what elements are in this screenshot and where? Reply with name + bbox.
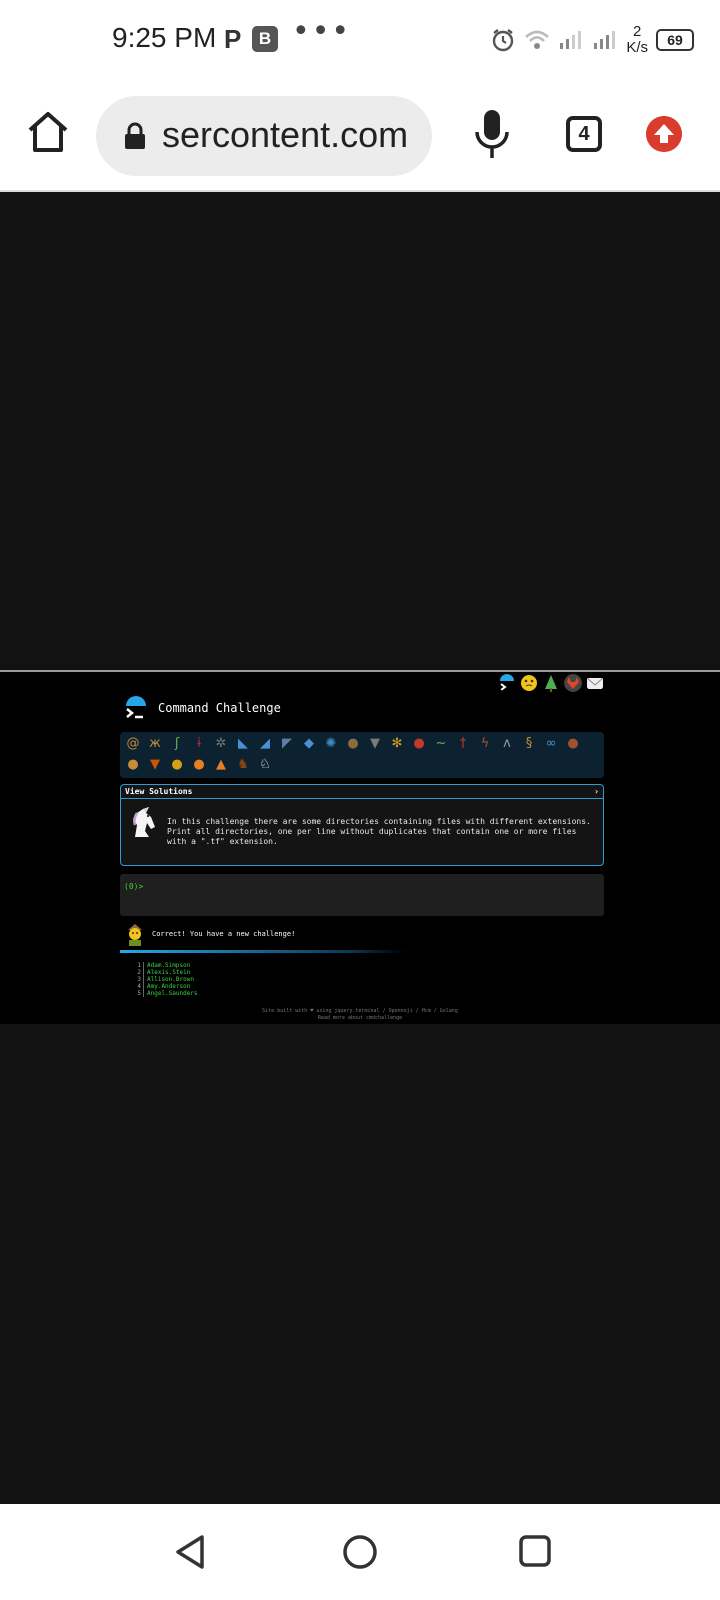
browser-toolbar: sercontent.com 4 — [0, 80, 720, 192]
network-speed: 2 K/s — [626, 24, 648, 56]
view-solutions-toggle[interactable]: View Solutions › — [121, 785, 603, 799]
back-icon[interactable] — [172, 1534, 208, 1570]
worm-icon[interactable]: ~ — [432, 735, 450, 753]
ant-icon[interactable]: ɨ — [190, 735, 208, 753]
page-header: Command Challenge — [124, 696, 281, 720]
microphone-icon[interactable] — [472, 108, 512, 160]
bee-icon[interactable]: ✻ — [388, 735, 406, 753]
view-solutions-label[interactable]: View Solutions — [125, 787, 192, 796]
lock-icon — [125, 122, 145, 149]
tree-icon[interactable] — [542, 674, 560, 692]
cmd-logo-icon[interactable] — [124, 696, 148, 720]
terminal-output: 1 Adam.Simpson 2 Alexis.Stein 3 Allison.Bro… — [130, 962, 198, 997]
tropical-fish-icon[interactable]: ✺ — [322, 735, 340, 753]
scorpion-icon[interactable]: ϟ — [476, 735, 494, 753]
alarm-icon — [493, 29, 514, 52]
snail-icon[interactable]: @ — [124, 735, 142, 753]
result-divider — [120, 950, 406, 953]
network-speed-unit: K/s — [626, 39, 648, 56]
butterfly-icon[interactable]: ж — [146, 735, 164, 753]
challenge-description: In this challenge there are some directo… — [167, 817, 591, 846]
unicorn-icon[interactable]: ♘ — [256, 756, 274, 774]
command-challenge-page: Command Challenge @ ж ʃ ɨ ✲ ◣ ◢ ◤ ◆ ✺ ● … — [0, 670, 720, 1024]
terminal-input[interactable]: (0)> — [120, 874, 604, 916]
url-text[interactable]: sercontent.com — [162, 114, 408, 156]
emoji-face-icon[interactable] — [520, 674, 538, 692]
status-time: 9:25 PM — [112, 22, 217, 53]
bear-icon[interactable]: ● — [124, 756, 142, 774]
home-nav-icon[interactable] — [342, 1534, 378, 1570]
result-banner: Correct! You have a new challenge! — [126, 922, 295, 946]
web-blank-top — [0, 192, 720, 670]
signal-1-icon — [560, 31, 582, 49]
parking-app-icon: P — [224, 24, 242, 54]
battery-indicator: 69 — [656, 29, 694, 51]
worm-2-icon[interactable]: ∞ — [542, 735, 560, 753]
chevron-right-icon[interactable]: › — [594, 787, 599, 796]
b-app-icon: B — [252, 26, 278, 52]
detective-icon — [128, 924, 142, 946]
more-notifications-icon: ••• — [292, 14, 352, 49]
challenge-progress-icons: @ ж ʃ ɨ ✲ ◣ ◢ ◤ ◆ ✺ ● ▼ ✻ ● ~ † ϟ ʌ § ∞ … — [120, 732, 604, 778]
fox-icon[interactable]: ▼ — [146, 756, 164, 774]
output-row: 2 Alexis.Stein — [130, 969, 198, 976]
tab-switcher-button[interactable]: 4 — [566, 116, 602, 152]
whale-icon[interactable]: ◣ — [234, 735, 252, 753]
status-indicators: 2 K/s 69 — [490, 20, 694, 60]
turtle-icon[interactable]: ● — [344, 735, 362, 753]
output-row: 4 Amy.Anderson — [130, 983, 198, 990]
recent-apps-icon[interactable] — [518, 1534, 552, 1568]
network-speed-value: 2 — [632, 23, 642, 40]
unicorn-icon — [133, 807, 155, 837]
wolf-icon[interactable]: ▼ — [366, 735, 384, 753]
output-row: 3 Allison.Brown — [130, 976, 198, 983]
monkey-icon[interactable]: ● — [564, 735, 582, 753]
result-message: Correct! You have a new challenge! — [152, 930, 296, 938]
mail-icon[interactable] — [586, 674, 604, 692]
snake-icon[interactable]: § — [520, 735, 538, 753]
challenge-panel: View Solutions › In this challenge there… — [120, 784, 604, 866]
output-row: 5 Angel.Saunders — [130, 990, 198, 997]
address-bar[interactable]: sercontent.com — [96, 96, 432, 176]
signal-2-icon — [594, 31, 616, 49]
ladybug-icon[interactable]: ● — [410, 735, 428, 753]
update-icon[interactable] — [646, 116, 682, 152]
fish-icon[interactable]: ◆ — [300, 735, 318, 753]
centipede-icon[interactable]: † — [454, 735, 472, 753]
dolphin-icon[interactable]: ◢ — [256, 735, 274, 753]
horse-icon[interactable]: ♞ — [234, 756, 252, 774]
lion-icon[interactable]: ● — [168, 756, 186, 774]
shark-icon[interactable]: ◤ — [278, 735, 296, 753]
tiger-icon[interactable]: ● — [190, 756, 208, 774]
status-bar: 9:25 PM P B ••• 2 K/s 69 — [0, 0, 720, 80]
web-blank-bottom — [0, 1024, 720, 1504]
footer-credits[interactable]: Site built with ♥ using jquery.terminal … — [0, 1008, 720, 1015]
top-icon-row — [498, 674, 604, 692]
terminal-prompt: (0)> — [124, 882, 144, 891]
cat-icon[interactable]: ▲ — [212, 756, 230, 774]
output-row: 1 Adam.Simpson — [130, 962, 198, 969]
cmd-logo-icon[interactable] — [498, 674, 516, 692]
spider-icon[interactable]: ✲ — [212, 735, 230, 753]
footer-read-more-link[interactable]: Read more about cmdchallenge — [0, 1015, 720, 1022]
wifi-icon — [525, 30, 550, 49]
page-title: Command Challenge — [158, 701, 281, 715]
page-footer: Site built with ♥ using jquery.terminal … — [0, 1008, 720, 1022]
system-nav-bar — [0, 1504, 720, 1600]
lizard-icon[interactable]: ʃ — [168, 735, 186, 753]
home-icon[interactable] — [24, 108, 72, 156]
gitlab-icon[interactable] — [564, 674, 582, 692]
mosquito-icon[interactable]: ʌ — [498, 735, 516, 753]
